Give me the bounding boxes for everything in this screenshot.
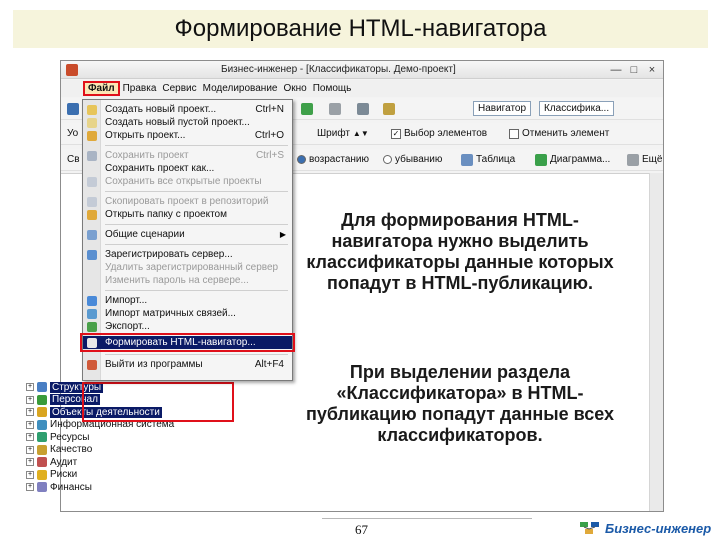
minimize-button[interactable]: — [609, 63, 623, 76]
menu-file[interactable]: Файл [83, 81, 120, 96]
tree-item-quality[interactable]: + Качество [26, 444, 174, 457]
menu-separator [105, 145, 288, 146]
menu-item-copy-to-repo[interactable]: Скопировать проект в репозиторий [83, 195, 292, 208]
tree-item-audit[interactable]: + Аудит [26, 456, 174, 469]
toolbar-forward-icon[interactable] [301, 102, 313, 115]
brand-logo: Бизнес-инженер [579, 520, 711, 536]
import-icon [87, 295, 97, 306]
row3-label: Св [67, 154, 80, 165]
toolbar-back-icon[interactable] [67, 102, 79, 115]
finance-icon [37, 482, 47, 493]
more-icon [627, 153, 639, 166]
deselect-element-checkbox[interactable]: Отменить элемент [509, 128, 609, 139]
new-project-icon [87, 104, 97, 115]
sort-descending-radio[interactable]: убыванию [383, 154, 442, 165]
quality-icon [37, 444, 47, 455]
menu-item-save-all[interactable]: Сохранить все открытые проекты [83, 175, 292, 188]
brand-name: Бизнес-инженер [605, 520, 712, 536]
diagram-button[interactable]: Диаграмма... [535, 153, 610, 166]
toolbar-search-icon[interactable] [383, 102, 395, 115]
maximize-button[interactable]: □ [627, 63, 641, 76]
menu-help[interactable]: Помощь [310, 83, 355, 94]
html-navigator-icon [87, 337, 97, 348]
menu-item-open-project[interactable]: Открыть проект... Ctrl+O [83, 129, 292, 142]
table-button[interactable]: Таблица [461, 153, 515, 166]
resources-icon [37, 432, 47, 443]
risks-icon [37, 469, 47, 480]
submenu-arrow-icon: ▶ [279, 230, 286, 239]
menu-bar: Файл Правка Сервис Моделирование Окно По… [61, 80, 663, 97]
explanation-paragraph-1: Для формирования HTML-навигатора нужно в… [306, 210, 614, 293]
save-all-icon [87, 176, 97, 187]
explanation-paragraph-2: При выделении раздела «Классификатора» в… [306, 362, 614, 445]
new-empty-project-icon [87, 117, 97, 128]
select-elements-checkbox[interactable]: ✓ Выбор элементов [391, 128, 487, 139]
menu-window[interactable]: Окно [280, 83, 309, 94]
toolbar-link-icon[interactable] [329, 102, 341, 115]
window-title: Бизнес-инженер - [Классификаторы. Демо-п… [221, 64, 456, 75]
tree-item-resources[interactable]: + Ресурсы [26, 431, 174, 444]
tab-navigator[interactable]: Навигатор [473, 101, 532, 116]
activity-objects-icon [37, 407, 47, 418]
window-title-bar: Бизнес-инженер - [Классификаторы. Демо-п… [61, 61, 663, 79]
diagram-icon [535, 153, 547, 166]
app-icon [66, 63, 78, 76]
menu-modeling[interactable]: Моделирование [200, 83, 281, 94]
exit-icon [87, 359, 97, 370]
menu-item-register-server[interactable]: Зарегистрировать сервер... [83, 248, 292, 261]
menu-item-common-scripts[interactable]: Общие сценарии ▶ [83, 228, 292, 241]
menu-item-exit[interactable]: Выйти из программы Alt+F4 [83, 358, 292, 371]
personnel-icon [37, 394, 47, 405]
structures-icon [37, 382, 47, 393]
close-button[interactable]: × [645, 63, 659, 76]
file-menu-dropdown: Создать новый проект... Ctrl+N Создать н… [80, 99, 295, 381]
export-icon [87, 321, 97, 332]
tab-classifiers[interactable]: Классифика... [539, 101, 615, 116]
font-label[interactable]: Шрифт ▲▼ [317, 128, 369, 139]
brand-logo-icon [580, 522, 599, 534]
save-icon [87, 150, 97, 161]
sort-ascending-radio[interactable]: возрастанию [297, 154, 369, 165]
menu-item-open-folder[interactable]: Открыть папку с проектом [83, 208, 292, 221]
tree-selection-highlight [82, 382, 234, 422]
menu-separator [105, 354, 288, 355]
menu-item-change-password[interactable]: Изменить пароль на сервере... [83, 274, 292, 287]
window-controls: — □ × [609, 63, 659, 76]
menu-item-save-project-as[interactable]: Сохранить проект как... [83, 162, 292, 175]
menu-separator [105, 290, 288, 291]
slide-title: Формирование HTML-навигатора [13, 10, 708, 48]
toolbar-refresh-icon[interactable] [357, 102, 369, 115]
copy-to-repo-icon [87, 196, 97, 207]
more-button[interactable]: Ещё [627, 153, 662, 166]
menu-separator [105, 224, 288, 225]
menu-service[interactable]: Сервис [159, 83, 199, 94]
folder-icon [87, 209, 97, 220]
tree-item-risks[interactable]: + Риски [26, 469, 174, 482]
footer-divider [322, 518, 532, 519]
menu-item-remove-server[interactable]: Удалить зарегистрированный сервер [83, 261, 292, 274]
scripts-icon [87, 229, 97, 240]
menu-item-new-project[interactable]: Создать новый проект... Ctrl+N [83, 103, 292, 116]
menu-item-import[interactable]: Импорт... [83, 294, 292, 307]
information-system-icon [37, 419, 47, 430]
vertical-scrollbar[interactable] [649, 173, 663, 511]
menu-item-new-empty-project[interactable]: Создать новый пустой проект... [83, 116, 292, 129]
row2-label: Уо [67, 128, 79, 139]
page-number: 67 [355, 522, 368, 537]
open-folder-icon [87, 130, 97, 141]
table-icon [461, 153, 473, 166]
menu-item-export[interactable]: Экспорт... [83, 320, 292, 333]
menu-item-html-navigator[interactable]: Формировать HTML-навигатор... [80, 333, 295, 352]
matrix-import-icon [87, 308, 97, 319]
menu-separator [105, 244, 288, 245]
server-icon [87, 249, 97, 260]
menu-separator [105, 191, 288, 192]
menu-edit[interactable]: Правка [120, 83, 160, 94]
audit-icon [37, 457, 47, 468]
tree-item-finance[interactable]: + Финансы [26, 481, 174, 494]
menu-item-matrix-import[interactable]: Импорт матричных связей... [83, 307, 292, 320]
menu-item-save-project[interactable]: Сохранить проект Ctrl+S [83, 149, 292, 162]
